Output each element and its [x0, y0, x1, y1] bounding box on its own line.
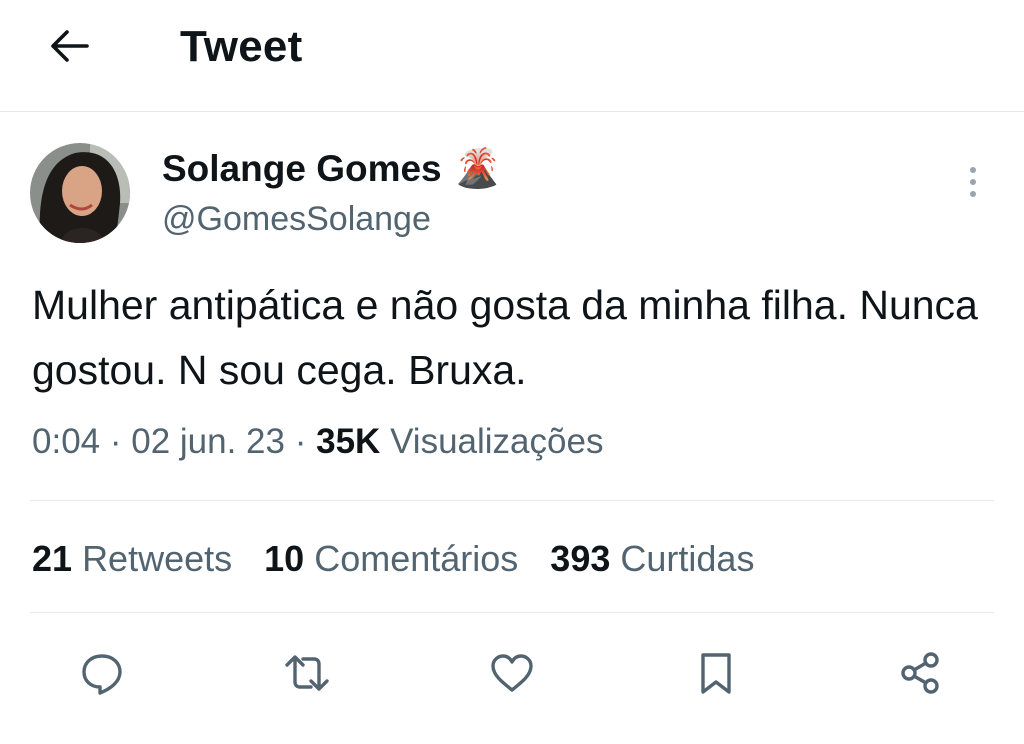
share-button[interactable] [890, 640, 950, 706]
back-button[interactable] [44, 24, 94, 68]
reply-icon [82, 654, 122, 695]
tweet-time: 0:04 [32, 422, 101, 461]
like-button[interactable] [482, 640, 542, 706]
avatar[interactable] [30, 143, 130, 243]
more-options-button[interactable] [958, 162, 988, 202]
more-dot-icon [970, 191, 976, 197]
more-dot-icon [970, 179, 976, 185]
retweet-icon [285, 655, 329, 691]
tweet-date: 02 jun. 23 [131, 422, 285, 461]
likes-label: Curtidas [620, 538, 755, 579]
header-divider [0, 111, 1024, 112]
display-name[interactable]: Solange Gomes 🌋 [162, 147, 501, 191]
reply-button[interactable] [72, 640, 132, 706]
views-count: 35K [316, 422, 381, 461]
tweet-text: Mulher antipática e não gosta da minha f… [32, 282, 978, 393]
avatar-photo [30, 143, 130, 243]
arrow-left-icon [51, 30, 89, 62]
meta-separator: · [294, 422, 307, 461]
like-icon [491, 654, 533, 692]
retweets-count: 21 [32, 538, 73, 579]
user-handle[interactable]: @GomesSolange [162, 200, 431, 239]
page-title: Tweet [180, 22, 303, 71]
retweets-stat[interactable]: 21 Retweets [32, 538, 232, 580]
more-dot-icon [970, 167, 976, 173]
bookmark-icon [701, 653, 731, 694]
comments-stat[interactable]: 10 Comentários [264, 538, 518, 580]
tweet-meta: 0:04 · 02 jun. 23 · 35K Visualizações [32, 422, 603, 462]
volcano-emoji: 🌋 [453, 148, 501, 190]
views-label[interactable]: Visualizações [390, 422, 603, 461]
app-header: Tweet [0, 0, 1024, 110]
likes-stat[interactable]: 393 Curtidas [550, 538, 754, 580]
action-bar [0, 640, 1024, 710]
likes-count: 393 [550, 538, 611, 579]
tweet-stats: 21 Retweets 10 Comentários 393 Curtidas [32, 538, 754, 580]
comments-count: 10 [264, 538, 305, 579]
bookmark-button[interactable] [686, 640, 746, 706]
comments-label: Comentários [314, 538, 519, 579]
retweet-button[interactable] [277, 640, 337, 706]
meta-separator: · [109, 422, 122, 461]
share-icon [901, 652, 939, 694]
display-name-text: Solange Gomes [162, 148, 442, 189]
meta-divider [30, 500, 994, 501]
retweets-label: Retweets [82, 538, 233, 579]
stats-divider [30, 612, 994, 613]
